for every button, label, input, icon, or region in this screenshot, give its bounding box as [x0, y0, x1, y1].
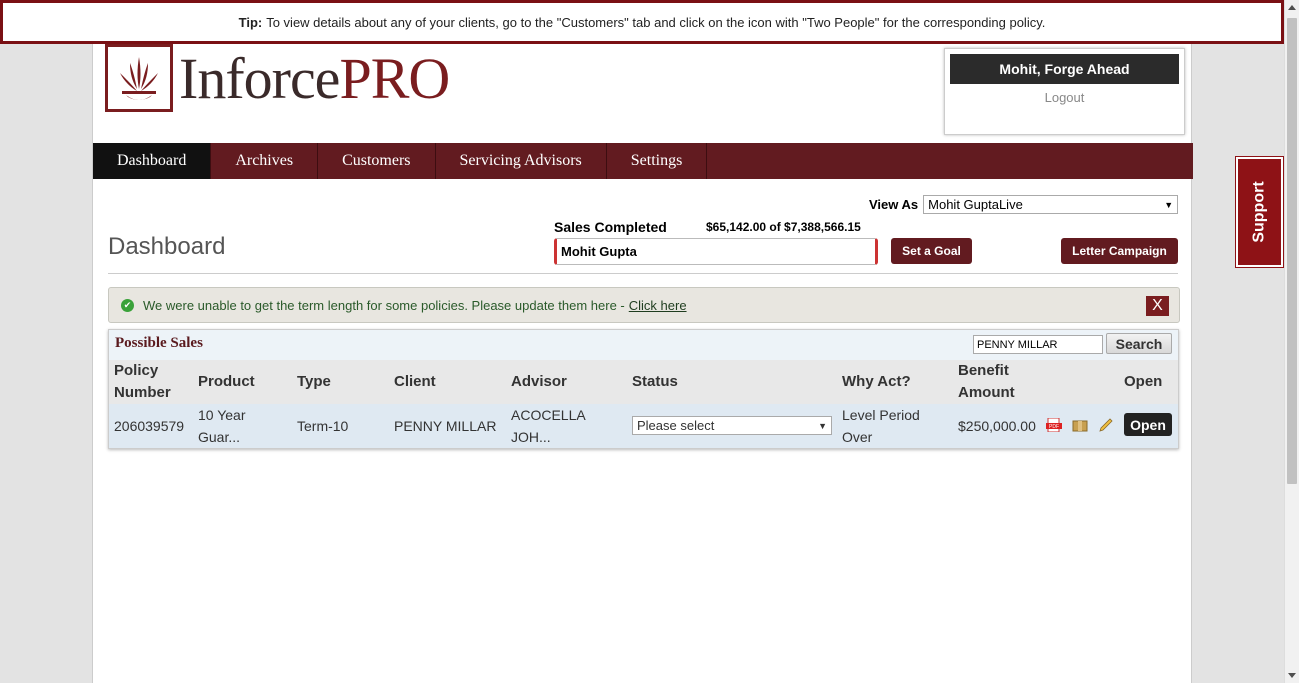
tab-archives[interactable]: Archives — [211, 143, 319, 179]
tip-text: To view details about any of your client… — [266, 14, 1046, 30]
tab-dashboard[interactable]: Dashboard — [93, 143, 212, 179]
logout-link[interactable]: Logout — [945, 90, 1184, 105]
sales-progress-bar: Mohit Gupta — [554, 238, 878, 265]
view-as-label: View As — [869, 197, 919, 212]
brand-main: Inforce — [179, 45, 340, 111]
status-select[interactable]: Please select ▼ — [632, 416, 832, 435]
cell-product-line1: 10 Year — [198, 407, 246, 423]
view-as: View As Mohit GuptaLive ▼ — [869, 195, 1179, 214]
pdf-icon[interactable]: PDF — [1046, 418, 1062, 432]
support-label: Support — [1250, 181, 1268, 243]
sales-completed-label: Sales Completed — [554, 219, 667, 235]
tab-servicing-advisors[interactable]: Servicing Advisors — [436, 143, 607, 179]
search-input[interactable] — [973, 335, 1103, 354]
col-open: Open — [1124, 373, 1163, 390]
cell-type: Term-10 — [297, 418, 349, 434]
brand-name: InforcePRO — [179, 45, 450, 112]
set-goal-button[interactable]: Set a Goal — [891, 238, 972, 264]
scrollbar[interactable] — [1284, 0, 1299, 683]
svg-text:PDF: PDF — [1049, 424, 1059, 430]
cell-client: PENNY MILLAR — [394, 418, 497, 434]
user-box: Mohit, Forge Ahead Logout — [944, 48, 1185, 135]
col-benefit-amount: Benefit Amount — [958, 360, 1015, 404]
sales-completed-value: $65,142.00 of $7,388,566.15 — [706, 220, 861, 234]
sales-bar-name: Mohit Gupta — [561, 244, 637, 259]
scroll-thumb[interactable] — [1287, 18, 1297, 484]
page-container: InforcePRO Mohit, Forge Ahead Logout Das… — [92, 0, 1193, 683]
col-policy-number-line1: Policy — [114, 362, 159, 379]
logo[interactable]: InforcePRO — [105, 44, 450, 112]
cell-why-act-line1: Level Period — [842, 407, 920, 423]
close-icon[interactable]: X — [1146, 296, 1169, 316]
edit-pencil-icon[interactable] — [1098, 418, 1114, 432]
table-header: Policy Number Product Type Client Advisor… — [109, 360, 1178, 404]
col-benefit-line2: Amount — [958, 384, 1015, 401]
col-benefit-line1: Benefit — [958, 362, 1009, 379]
tip-label: Tip: — [238, 14, 263, 30]
panel-title: Possible Sales — [115, 335, 203, 351]
package-icon[interactable] — [1072, 418, 1088, 432]
cell-policy-number: 206039579 — [114, 418, 185, 434]
cell-advisor-line2: JOH... — [511, 429, 551, 445]
support-tab[interactable]: Support — [1235, 156, 1284, 268]
tip-banner: Tip: To view details about any of your c… — [0, 0, 1284, 44]
possible-sales-panel: Possible Sales Search Policy Number Produ… — [108, 329, 1179, 449]
col-type: Type — [297, 373, 331, 390]
cell-advisor-line1: ACOCELLA — [511, 407, 586, 423]
divider — [108, 273, 1178, 274]
check-icon: ✔ — [121, 298, 134, 312]
view-as-select[interactable]: Mohit GuptaLive ▼ — [923, 195, 1179, 214]
scroll-down-icon[interactable] — [1288, 673, 1296, 678]
scroll-up-icon[interactable] — [1288, 5, 1296, 10]
logo-mark-icon — [105, 44, 173, 112]
tab-customers[interactable]: Customers — [318, 143, 436, 179]
chevron-down-icon: ▼ — [818, 420, 827, 431]
open-button[interactable]: Open — [1124, 413, 1172, 436]
col-why-act: Why Act? — [842, 373, 911, 390]
col-advisor: Advisor — [511, 373, 567, 390]
search-button[interactable]: Search — [1106, 333, 1172, 354]
main-nav: Dashboard Archives Customers Servicing A… — [93, 143, 1193, 179]
alert-text: We were unable to get the term length fo… — [143, 297, 625, 313]
col-policy-number: Policy Number — [114, 360, 171, 404]
cell-advisor: ACOCELLA JOH... — [511, 404, 586, 448]
col-client: Client — [394, 373, 436, 390]
alert-banner: ✔ We were unable to get the term length … — [108, 287, 1180, 323]
col-product: Product — [198, 373, 255, 390]
letter-campaign-button[interactable]: Letter Campaign — [1061, 238, 1178, 264]
panel-header: Possible Sales Search — [109, 330, 1178, 360]
brand-accent: PRO — [339, 45, 450, 111]
col-policy-number-line2: Number — [114, 384, 171, 401]
chevron-down-icon: ▼ — [1164, 199, 1174, 210]
cell-why-act: Level Period Over — [842, 404, 920, 448]
alert-link[interactable]: Click here — [629, 298, 687, 313]
table-row: 206039579 10 Year Guar... Term-10 PENNY M… — [109, 404, 1178, 448]
cell-benefit: $250,000.00 — [958, 418, 1036, 434]
cell-product-line2: Guar... — [198, 429, 241, 445]
view-as-value: Mohit GuptaLive — [928, 197, 1023, 212]
user-name: Mohit, Forge Ahead — [950, 54, 1179, 84]
cell-product: 10 Year Guar... — [198, 404, 246, 448]
status-value: Please select — [637, 417, 715, 433]
cell-why-act-line2: Over — [842, 429, 873, 445]
page-title: Dashboard — [108, 233, 226, 260]
col-status: Status — [632, 373, 678, 390]
tab-settings[interactable]: Settings — [607, 143, 708, 179]
